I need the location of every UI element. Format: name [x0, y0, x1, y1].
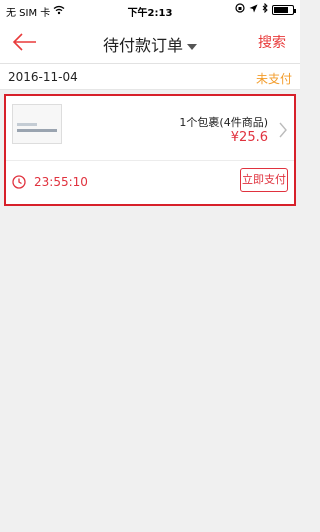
divider	[6, 160, 294, 161]
page-title: 待付款订单	[102, 36, 183, 55]
clock-icon	[12, 174, 26, 189]
status-right	[235, 2, 296, 16]
status-badge: 未支付	[255, 72, 292, 86]
battery-icon	[272, 4, 296, 15]
location-arrow-icon	[249, 4, 258, 16]
caret-down-icon	[187, 43, 197, 50]
order-price: ¥25.6	[230, 130, 268, 145]
order-header: 2016-11-04 未支付	[0, 64, 300, 90]
package-info: 1个包裹(4件商品)	[179, 116, 268, 129]
product-thumbnail	[12, 104, 62, 144]
order-date: 2016-11-04	[8, 70, 78, 84]
pay-now-button[interactable]: 立即支付	[240, 168, 288, 192]
order-card[interactable]: 1个包裹(4件商品) ¥25.6 23:55:10 立即支付	[4, 94, 296, 206]
rotation-lock-icon	[235, 3, 245, 16]
search-button[interactable]: 搜索	[258, 32, 286, 52]
bluetooth-icon	[262, 2, 268, 16]
order-filter-dropdown[interactable]: 待付款订单	[0, 32, 300, 56]
status-bar: 无 SIM 卡 下午2:13	[0, 0, 300, 20]
chevron-right-icon	[278, 122, 288, 138]
payment-countdown: 23:55:10	[34, 175, 88, 189]
nav-bar: 待付款订单 搜索	[0, 20, 300, 64]
